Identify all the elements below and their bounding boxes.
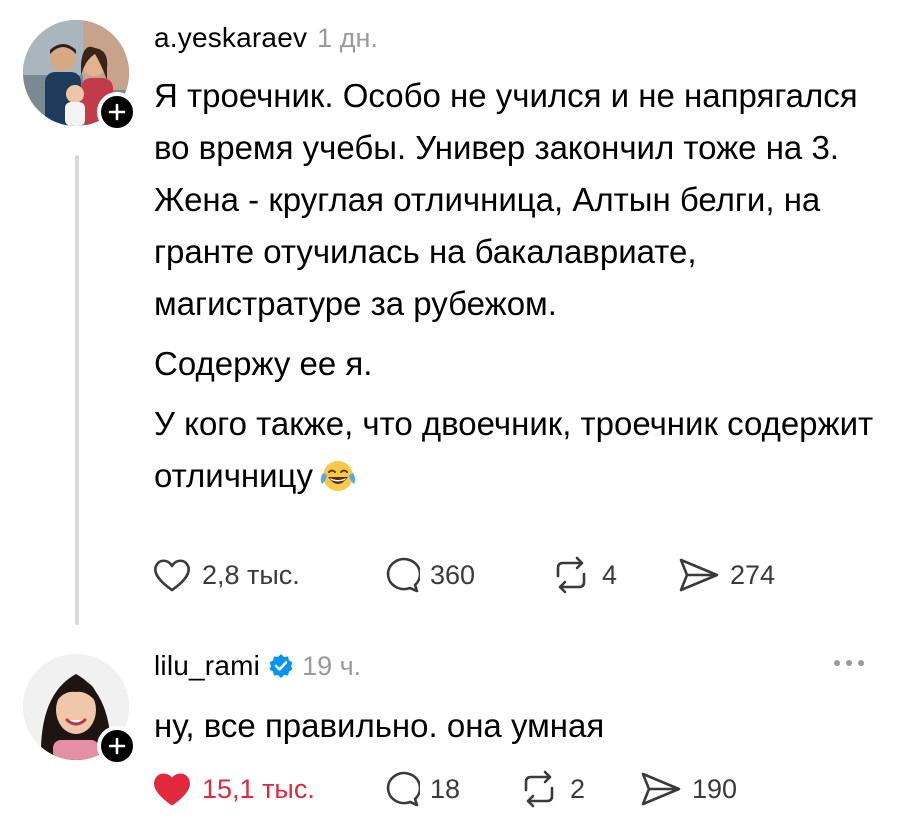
post-header: a.yeskaraev 1 дн. — [154, 22, 378, 54]
post: a.yeskaraev 1 дн. Я троечник. Особо не у… — [0, 0, 900, 630]
post-actions: 15,1 тыс. 18 2 190 — [152, 770, 737, 808]
username[interactable]: a.yeskaraev — [154, 22, 307, 54]
repost-count: 4 — [602, 559, 618, 590]
share-button[interactable]: 274 — [678, 556, 775, 594]
paper-plane-icon — [641, 772, 681, 806]
avatar-container[interactable] — [23, 20, 137, 132]
thread-line — [75, 155, 79, 625]
paper-plane-icon — [679, 558, 719, 592]
post-text: ну, все правильно. она умная — [154, 700, 874, 760]
comment-count: 18 — [430, 773, 461, 804]
share-count: 274 — [730, 559, 776, 590]
repost-arrows-icon — [556, 556, 586, 594]
avatar-container[interactable] — [23, 654, 137, 766]
post-paragraph: У кого также, что двоечник, троечник сод… — [154, 398, 874, 508]
tears-of-joy-emoji — [319, 456, 357, 508]
share-button[interactable]: 190 — [640, 770, 737, 808]
like-count: 2,8 тыс. — [202, 559, 300, 590]
speech-bubble-icon — [386, 771, 420, 807]
like-count: 15,1 тыс. — [202, 773, 315, 804]
post-paragraph: Я троечник. Особо не учился и не напряга… — [154, 77, 858, 322]
share-count: 190 — [692, 773, 738, 804]
plus-icon — [108, 737, 126, 755]
post-paragraph: Содержу ее я. — [154, 345, 373, 382]
repost-count: 2 — [570, 773, 586, 804]
post-actions: 2,8 тыс. 360 4 274 — [152, 556, 775, 594]
more-dots-icon — [858, 660, 864, 666]
more-dots-icon — [834, 660, 840, 666]
repost-arrows-icon — [524, 770, 554, 808]
post-header: lilu_rami 19 ч. — [154, 650, 361, 682]
comment-button[interactable]: 18 — [382, 770, 518, 808]
post-text: Я троечник. Особо не учился и не напряга… — [154, 70, 874, 516]
more-options-button[interactable] — [834, 660, 864, 666]
timestamp: 1 дн. — [317, 23, 378, 53]
more-dots-icon — [846, 660, 852, 666]
like-button[interactable]: 2,8 тыс. — [152, 557, 382, 593]
verified-badge-icon — [268, 653, 294, 679]
repost-button[interactable]: 4 — [550, 556, 678, 594]
timestamp: 19 ч. — [302, 651, 362, 681]
post-paragraph: ну, все правильно. она умная — [154, 707, 605, 744]
reply-post: lilu_rami 19 ч. ну, все правильно. она у… — [0, 630, 900, 838]
username[interactable]: lilu_rami — [154, 650, 260, 682]
post-paragraph-text: У кого также, что двоечник, троечник сод… — [154, 405, 874, 494]
heart-icon — [154, 559, 190, 592]
comment-button[interactable]: 360 — [382, 556, 550, 594]
comment-count: 360 — [430, 559, 476, 590]
speech-bubble-icon — [386, 557, 420, 593]
follow-button[interactable] — [97, 92, 137, 132]
heart-icon — [154, 773, 190, 806]
follow-button[interactable] — [97, 726, 137, 766]
repost-button[interactable]: 2 — [518, 770, 640, 808]
plus-icon — [108, 103, 126, 121]
like-button[interactable]: 15,1 тыс. — [152, 771, 382, 807]
